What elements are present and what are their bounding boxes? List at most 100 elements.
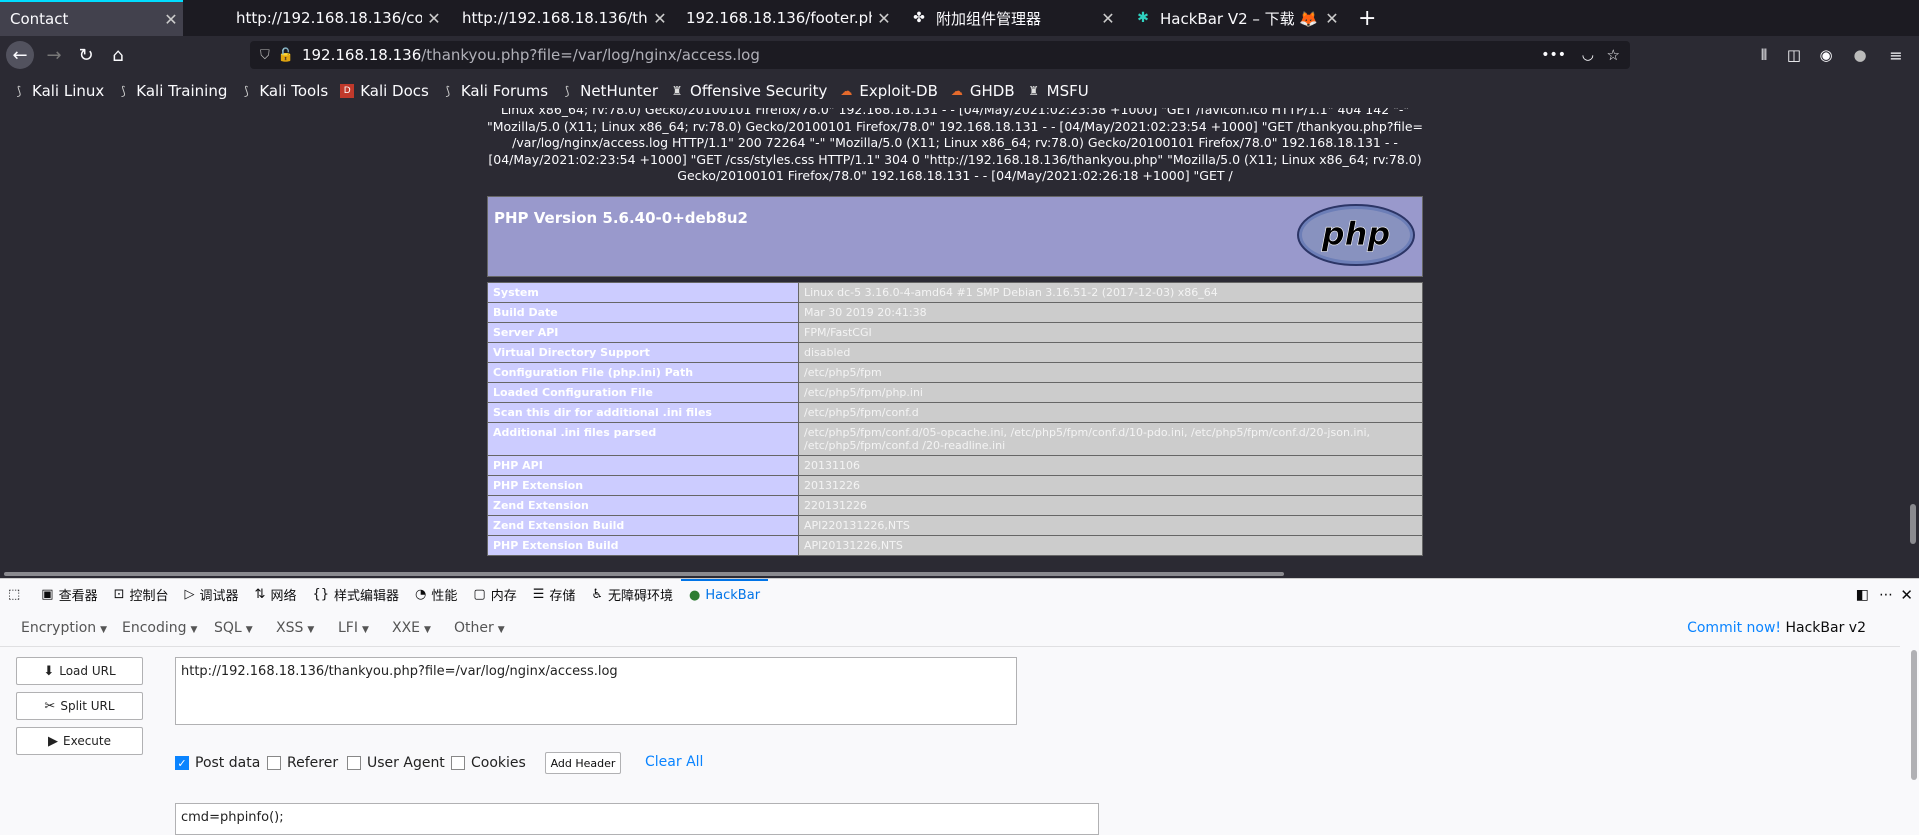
- bookmark-msfu[interactable]: ♜ MSFU: [1027, 82, 1088, 100]
- forward-button[interactable]: →: [40, 41, 68, 69]
- checkbox-icon[interactable]: [347, 756, 361, 770]
- chevron-down-icon: ▼: [190, 625, 198, 635]
- close-devtools-icon[interactable]: ✕: [1900, 586, 1913, 604]
- tab-console[interactable]: ⊡ 控制台: [106, 579, 177, 610]
- tab-accessibility[interactable]: ♿ 无障碍环境: [583, 579, 681, 610]
- chevron-down-icon: ▼: [497, 625, 505, 635]
- menu-encryption[interactable]: Encryption ▼: [21, 620, 107, 636]
- referer-checkbox[interactable]: Referer: [267, 755, 338, 771]
- bookmark-kali-forums[interactable]: ⟆ Kali Forums: [441, 82, 549, 100]
- tab-inspector[interactable]: ▣ 查看器: [33, 579, 105, 610]
- menu-other[interactable]: Other ▼: [454, 620, 505, 636]
- tab-performance[interactable]: ◔ 性能: [407, 579, 465, 610]
- tab-style-editor[interactable]: {} 样式编辑器: [304, 579, 407, 610]
- tab-contact-url[interactable]: http://192.168.18.136/contac ✕: [226, 0, 446, 36]
- menu-xss[interactable]: XSS ▼: [276, 620, 314, 636]
- cookies-checkbox[interactable]: Cookies: [451, 755, 526, 771]
- phpinfo-header: PHP Version 5.6.40-0+deb8u2 php: [488, 197, 1422, 276]
- page-actions-icon[interactable]: •••: [1541, 47, 1566, 63]
- more-options-icon[interactable]: ⋯: [1879, 587, 1893, 603]
- phpinfo-value: API20131226,NTS: [798, 535, 1423, 556]
- memory-icon: ▢: [473, 587, 486, 602]
- tab-footer[interactable]: 192.168.18.136/footer.php ✕: [676, 0, 896, 36]
- scrollbar-thumb[interactable]: [1911, 650, 1917, 780]
- button-label: Split URL: [60, 699, 115, 713]
- execute-button[interactable]: ▶ Execute: [16, 727, 143, 755]
- commit-now-link[interactable]: Commit now!: [1687, 620, 1781, 636]
- arrow-right-icon: →: [46, 44, 62, 66]
- page-vertical-scrollbar[interactable]: [1907, 108, 1919, 570]
- close-icon[interactable]: ✕: [648, 9, 672, 28]
- element-picker-button[interactable]: ⬚: [0, 579, 33, 610]
- checkbox-checked-icon[interactable]: ✓: [175, 756, 189, 770]
- tab-hackbar-download[interactable]: ✱ HackBar V2 – 下载 🦊 Fir ✕: [1124, 0, 1344, 36]
- close-icon[interactable]: ✕: [1320, 9, 1344, 28]
- user-agent-checkbox[interactable]: User Agent: [347, 755, 445, 771]
- bookmark-kali-tools[interactable]: ⟆ Kali Tools: [239, 82, 328, 100]
- insecure-lock-icon[interactable]: 🔓: [278, 48, 294, 63]
- bookmark-kali-linux[interactable]: ⟆ Kali Linux: [12, 82, 105, 100]
- clear-all-link[interactable]: Clear All: [645, 754, 703, 770]
- url-bar[interactable]: ⛉ 🔓 192.168.18.136/thankyou.php?file=/va…: [250, 41, 1630, 69]
- scrollbar-thumb[interactable]: [1910, 504, 1916, 544]
- back-button[interactable]: ←: [6, 41, 34, 69]
- bookmark-label: Kali Training: [136, 82, 228, 100]
- close-icon[interactable]: ✕: [159, 10, 183, 29]
- menu-button[interactable]: ≡: [1882, 41, 1910, 69]
- bookmark-offensive-security[interactable]: ♜ Offensive Security: [670, 82, 828, 100]
- hackbar-panel: Encryption ▼ Encoding ▼ SQL ▼ XSS ▼ LFI ▼ XXE…: [0, 610, 1919, 835]
- page-horizontal-scrollbar[interactable]: [0, 570, 1907, 578]
- dock-icon[interactable]: ◧: [1856, 587, 1869, 603]
- phpinfo-value: /etc/php5/fpm/conf.d/05-opcache.ini, /et…: [798, 422, 1423, 456]
- hackbar-icon: ●: [689, 588, 701, 603]
- tab-thankyou-url[interactable]: http://192.168.18.136/thanky ✕: [452, 0, 672, 36]
- new-tab-button[interactable]: +: [1354, 0, 1384, 36]
- bookmark-star-icon[interactable]: ☆: [1607, 46, 1620, 64]
- home-button[interactable]: ⌂: [104, 41, 132, 69]
- tab-title: HackBar V2 – 下载 🦊 Fir: [1160, 9, 1320, 28]
- bookmark-kali-docs[interactable]: D Kali Docs: [340, 82, 429, 100]
- pocket-icon[interactable]: ◡: [1582, 47, 1594, 63]
- checkbox-icon[interactable]: [451, 756, 465, 770]
- account-button[interactable]: ◉: [1812, 41, 1840, 69]
- menu-label: SQL: [214, 620, 242, 636]
- split-url-button[interactable]: ✂ Split URL: [16, 692, 143, 720]
- phpinfo-row: Scan this dir for additional .ini files /…: [487, 402, 1423, 423]
- menu-encoding[interactable]: Encoding ▼: [122, 620, 197, 636]
- reload-button[interactable]: ↻: [72, 41, 100, 69]
- bookmark-kali-training[interactable]: ⟆ Kali Training: [116, 82, 227, 100]
- scrollbar-thumb[interactable]: [4, 572, 1284, 576]
- tab-memory[interactable]: ▢ 内存: [465, 579, 524, 610]
- add-header-button[interactable]: Add Header: [545, 752, 621, 774]
- bookmark-exploit-db[interactable]: ☁ Exploit-DB: [839, 82, 938, 100]
- menu-sql[interactable]: SQL ▼: [214, 620, 253, 636]
- tab-contact[interactable]: Contact ✕: [0, 0, 183, 36]
- sidebar-button[interactable]: ◫: [1780, 41, 1808, 69]
- tab-network[interactable]: ⇅ 网络: [247, 579, 305, 610]
- url-textarea[interactable]: http://192.168.18.136/thankyou.php?file=…: [175, 657, 1017, 725]
- menu-lfi[interactable]: LFI ▼: [338, 620, 369, 636]
- tab-hackbar[interactable]: ● HackBar: [681, 579, 769, 610]
- tab-debugger[interactable]: ▷ 调试器: [177, 579, 247, 610]
- load-url-button[interactable]: ⬇ Load URL: [16, 657, 143, 685]
- bookmarks-toolbar: ⟆ Kali Linux ⟆ Kali Training ⟆ Kali Tools D…: [0, 74, 1919, 108]
- shield-icon[interactable]: ⛉: [260, 48, 270, 63]
- bookmark-ghdb[interactable]: ☁ GHDB: [950, 82, 1015, 100]
- close-icon[interactable]: ✕: [1096, 9, 1120, 28]
- close-icon[interactable]: ✕: [422, 9, 446, 28]
- hackbar-scrollbar[interactable]: [1908, 646, 1919, 835]
- bookmark-label: Kali Forums: [460, 82, 549, 100]
- menu-xxe[interactable]: XXE ▼: [392, 620, 431, 636]
- phpinfo-value: /etc/php5/fpm/conf.d: [798, 402, 1423, 423]
- post-data-checkbox[interactable]: ✓ Post data: [175, 755, 260, 771]
- devtools-tab-label: 样式编辑器: [334, 589, 400, 604]
- checkbox-icon[interactable]: [267, 756, 281, 770]
- bookmark-nethunter[interactable]: ⟆ NetHunter: [560, 82, 658, 100]
- extension-button[interactable]: ●: [1846, 41, 1874, 69]
- close-icon[interactable]: ✕: [872, 9, 896, 28]
- tab-addons[interactable]: ✤ 附加组件管理器 ✕: [900, 0, 1120, 36]
- tab-storage[interactable]: ☰ 存储: [525, 579, 584, 610]
- post-data-textarea[interactable]: cmd=phpinfo();: [175, 803, 1099, 835]
- phpinfo-value: 20131106: [798, 455, 1423, 476]
- library-button[interactable]: ⫴: [1750, 41, 1778, 69]
